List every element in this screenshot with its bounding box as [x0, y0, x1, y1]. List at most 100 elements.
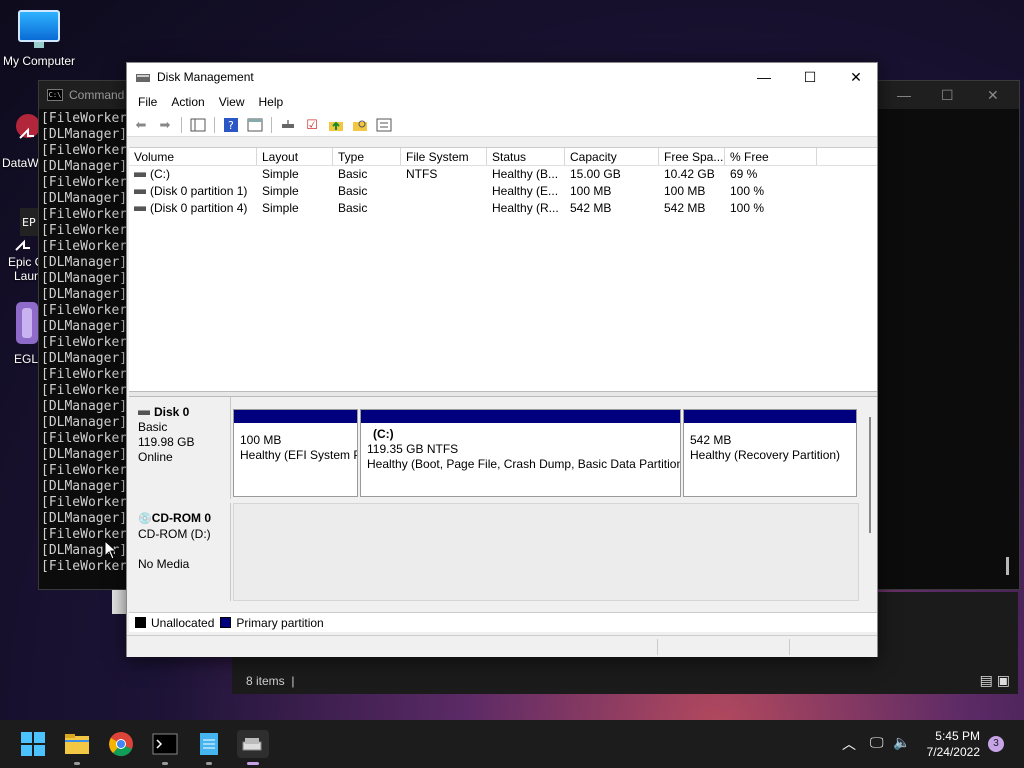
column-volume[interactable]: Volume	[129, 148, 257, 165]
minimize-button[interactable]: —	[741, 63, 787, 91]
disk-icon	[138, 410, 150, 416]
start-button[interactable]	[19, 730, 47, 758]
toolbar: ⬅ ➡ ? ☑	[127, 113, 877, 137]
column-file-system[interactable]: File System	[401, 148, 487, 165]
partition-status: Healthy (EFI System P	[240, 448, 357, 462]
disk-0-state: Online	[138, 450, 173, 464]
shortcut-icon	[16, 114, 40, 139]
forward-arrow-icon[interactable]: ➡	[155, 116, 175, 134]
console-tree-icon[interactable]	[188, 116, 208, 134]
volume-list[interactable]: Volume Layout Type File System Status Ca…	[129, 147, 877, 391]
menu-view[interactable]: View	[212, 95, 252, 109]
egl2-icon	[16, 302, 38, 344]
taskbar-disk-management[interactable]	[237, 730, 269, 765]
column-layout[interactable]: Layout	[257, 148, 333, 165]
toolbar-separator	[181, 116, 182, 133]
maximize-button[interactable]: ☐	[787, 63, 833, 91]
cell-free: 542 MB	[664, 201, 706, 215]
clock[interactable]: 5:45 PM 7/24/2022	[927, 728, 980, 760]
cell-pct: 100 %	[730, 184, 765, 198]
cmd-icon: C:\	[47, 89, 63, 101]
close-icon[interactable]: ✕	[987, 87, 999, 104]
maximize-icon[interactable]: ☐	[941, 87, 954, 104]
cell-fs: NTFS	[406, 167, 438, 181]
details-view-icon[interactable]: ▤	[980, 672, 993, 688]
back-arrow-icon[interactable]: ⬅	[131, 116, 151, 134]
running-indicator	[206, 762, 212, 765]
volume-icon[interactable]: 🔈	[893, 734, 910, 751]
titlebar[interactable]: Disk Management — ☐ ✕	[127, 63, 877, 91]
menu-action[interactable]: Action	[164, 95, 211, 109]
scrollbar-thumb[interactable]	[1006, 557, 1009, 575]
mouse-cursor-icon	[104, 540, 118, 560]
menu-file[interactable]: File	[131, 95, 164, 109]
checklist-icon[interactable]: ☑	[302, 116, 322, 134]
settings-list-icon[interactable]	[374, 116, 394, 134]
command-title: Command	[69, 88, 125, 102]
tiles-view-icon[interactable]: ▣	[997, 672, 1010, 688]
vertical-scrollbar[interactable]	[869, 417, 871, 533]
running-indicator	[162, 762, 168, 765]
partition-bar	[684, 410, 856, 423]
cell-type: Basic	[338, 201, 368, 215]
table-row[interactable]: (Disk 0 partition 4) Simple Basic Health…	[129, 200, 877, 217]
partition-bar	[361, 410, 680, 423]
chevron-up-icon[interactable]: ︿	[842, 734, 856, 754]
chrome-icon	[109, 732, 133, 757]
taskbar-terminal[interactable]	[151, 730, 179, 765]
running-indicator	[74, 762, 80, 765]
taskbar-file-explorer[interactable]	[63, 730, 91, 765]
cdrom-0-label[interactable]: 💿CD-ROM 0 CD-ROM (D:) No Media	[129, 503, 231, 601]
folder-up-icon[interactable]	[326, 116, 346, 134]
cell-capacity: 15.00 GB	[570, 167, 621, 181]
table-row[interactable]: (C:) Simple Basic NTFS Healthy (B... 15.…	[129, 166, 877, 183]
cell-type: Basic	[338, 184, 368, 198]
cell-pct: 100 %	[730, 201, 765, 215]
cell-type: Basic	[338, 167, 368, 181]
clock-date: 7/24/2022	[926, 745, 980, 759]
taskbar-chrome[interactable]	[107, 730, 135, 758]
partition-recovery[interactable]: 542 MB Healthy (Recovery Partition)	[683, 409, 857, 497]
desktop-icon-epic[interactable]: EP	[14, 206, 38, 252]
close-button[interactable]: ✕	[833, 63, 879, 91]
partition-c[interactable]: (C:) 119.35 GB NTFS Healthy (Boot, Page …	[360, 409, 681, 497]
folder-search-icon[interactable]	[350, 116, 370, 134]
column-capacity[interactable]: Capacity	[565, 148, 659, 165]
properties-icon[interactable]	[245, 116, 265, 134]
cell-status: Healthy (R...	[492, 201, 559, 215]
column-type[interactable]: Type	[333, 148, 401, 165]
disk-management-icon	[135, 71, 151, 83]
menu-bar: File Action View Help	[127, 91, 877, 113]
taskbar: ︿ 🖵 🔈 5:45 PM 7/24/2022 3	[0, 720, 1024, 768]
column-percent-free[interactable]: % Free	[725, 148, 817, 165]
epic-games-icon: EP	[15, 208, 38, 251]
desktop-icon-dataw[interactable]	[14, 108, 40, 156]
partition-efi[interactable]: 100 MB Healthy (EFI System P	[233, 409, 358, 497]
graphical-disk-view[interactable]: Disk 0 Basic 119.98 GB Online 100 MB Hea…	[129, 397, 877, 601]
cdrom-area[interactable]	[233, 503, 859, 601]
notification-badge[interactable]: 3	[988, 736, 1004, 752]
console-output: [FileWorker [DLManager] [FileWorker [DLM…	[41, 111, 128, 574]
disk-management-window[interactable]: Disk Management — ☐ ✕ File Action View H…	[126, 62, 878, 657]
minimize-icon[interactable]: —	[897, 87, 911, 103]
taskbar-notepad[interactable]	[195, 730, 223, 765]
view-toggle[interactable]: ▤ ▣	[980, 672, 1010, 689]
menu-help[interactable]: Help	[252, 95, 291, 109]
desktop-icon-label: DataW	[2, 156, 39, 170]
desktop-icon-my-computer[interactable]: My Computer	[0, 10, 78, 68]
disk-0-label[interactable]: Disk 0 Basic 119.98 GB Online	[129, 397, 231, 499]
partition-status: Healthy (Recovery Partition)	[690, 448, 841, 462]
folder-icon	[65, 734, 89, 754]
column-free-space[interactable]: Free Spa...	[659, 148, 725, 165]
column-status[interactable]: Status	[487, 148, 565, 165]
table-row[interactable]: (Disk 0 partition 1) Simple Basic Health…	[129, 183, 877, 200]
cdrom-icon: 💿	[138, 513, 152, 525]
desktop-icon-egl2[interactable]	[14, 300, 38, 346]
cell-free: 100 MB	[664, 184, 706, 198]
toolbar-separator	[271, 116, 272, 133]
network-icon[interactable]: 🖵	[870, 734, 884, 751]
status-separator	[789, 639, 790, 655]
help-icon[interactable]: ?	[221, 116, 241, 134]
connect-icon[interactable]	[278, 116, 298, 134]
cell-capacity: 542 MB	[570, 201, 612, 215]
